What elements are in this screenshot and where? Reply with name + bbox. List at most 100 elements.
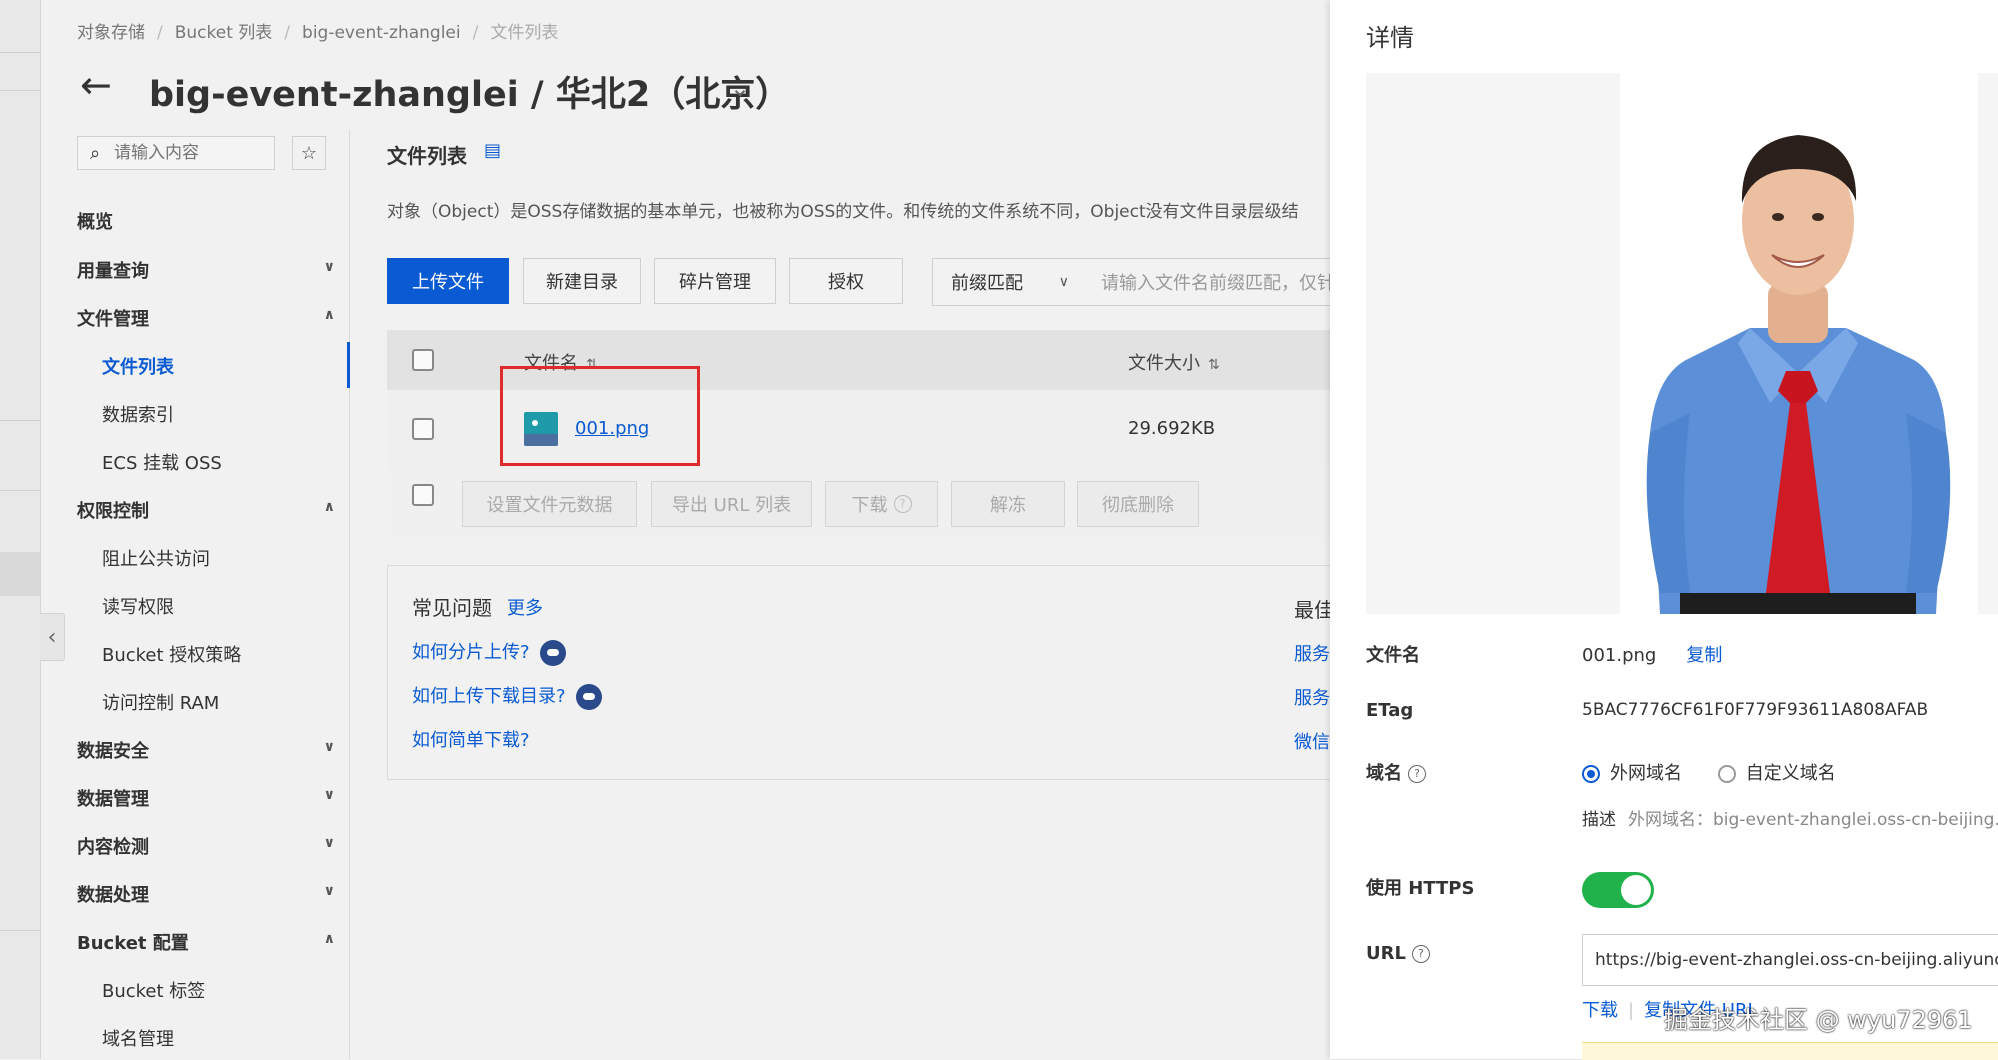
- download-button[interactable]: 下载?: [825, 481, 938, 527]
- chevron-down-icon: ∨: [323, 739, 335, 755]
- file-name-value: 001.png 复制: [1582, 645, 1723, 666]
- chevron-down-icon: ∨: [323, 787, 335, 803]
- chevron-down-icon: ∨: [323, 259, 335, 275]
- breadcrumb-current: 文件列表: [490, 23, 559, 43]
- bulk-select-checkbox[interactable]: [412, 484, 434, 506]
- column-header-size[interactable]: 文件大小 ⇅: [1128, 349, 1220, 375]
- chevron-down-icon: ∨: [1058, 274, 1069, 290]
- chevron-down-icon[interactable]: ⌄: [730, 74, 750, 102]
- faq-question-link[interactable]: 如何上传下载目录?: [412, 682, 602, 710]
- new-directory-button[interactable]: 新建目录: [523, 258, 641, 304]
- image-preview-background: [1366, 73, 1620, 614]
- https-toggle[interactable]: [1582, 872, 1654, 908]
- sidebar-item-content-detection[interactable]: 内容检测 ∨: [77, 833, 335, 859]
- chevron-up-icon: ∧: [323, 499, 335, 515]
- sidebar-item-overview[interactable]: 概览: [77, 208, 335, 234]
- export-url-list-button[interactable]: 导出 URL 列表: [651, 481, 812, 527]
- sidebar-item-bucket-tags[interactable]: Bucket 标签: [102, 977, 335, 1003]
- sidebar-active-indicator: [347, 342, 350, 388]
- collapse-sidebar-button[interactable]: ‹: [40, 613, 65, 661]
- section-description: 对象（Object）是OSS存储数据的基本单元，也被称为OSS的文件。和传统的文…: [387, 202, 1299, 222]
- sidebar-item-domain-management[interactable]: 域名管理: [102, 1025, 335, 1051]
- faq-question-link[interactable]: 如何简单下载?: [412, 726, 530, 752]
- breadcrumb-item[interactable]: big-event-zhanglei: [302, 23, 461, 43]
- sidebar-item-data-security[interactable]: 数据安全 ∨: [77, 737, 335, 763]
- breadcrumb: 对象存储 / Bucket 列表 / big-event-zhanglei / 文件列表: [77, 23, 559, 43]
- sidebar-search-input[interactable]: [112, 142, 266, 164]
- help-icon: ?: [893, 495, 912, 513]
- favorite-star-button[interactable]: ☆: [292, 136, 326, 170]
- row-checkbox[interactable]: [412, 418, 434, 440]
- drawer-title: 详情: [1366, 24, 1414, 52]
- sidebar-item-access-control[interactable]: 权限控制 ∧: [77, 497, 335, 523]
- sidebar-item-block-public[interactable]: 阻止公共访问: [102, 545, 335, 571]
- prefix-match-select[interactable]: 前缀匹配 ∨: [932, 258, 1084, 306]
- best-practices-title: 最佳: [1294, 598, 1334, 622]
- section-title: 文件列表: [387, 144, 467, 168]
- domain-radio-group: 外网域名 自定义域名: [1582, 759, 1836, 785]
- sidebar-item-data-index[interactable]: 数据索引: [102, 401, 335, 427]
- etag-value: 5BAC7776CF61F0F779F93611A808AFAB: [1582, 700, 1929, 720]
- best-practice-link[interactable]: 服务: [1294, 640, 1330, 666]
- app-left-strip: [0, 0, 41, 1059]
- help-icon[interactable]: ?: [1408, 765, 1426, 783]
- file-search-input[interactable]: 请输入文件名前缀匹配，仅针: [1083, 258, 1333, 306]
- sidebar-item-rw-permission[interactable]: 读写权限: [102, 593, 335, 619]
- sort-icon[interactable]: ⇅: [1208, 357, 1220, 373]
- radio-public-domain[interactable]: 外网域名: [1582, 763, 1682, 784]
- ai-assistant-icon[interactable]: [575, 684, 602, 710]
- sidebar-search[interactable]: ⌕: [77, 136, 275, 170]
- page-title: big-event-zhanglei / 华北2（北京）: [149, 75, 791, 115]
- file-name-label: 文件名: [1366, 645, 1420, 666]
- sidebar-item-bucket-policy[interactable]: Bucket 授权策略: [102, 641, 335, 667]
- domain-label: 域名?: [1366, 759, 1426, 785]
- sidebar-item-data-management[interactable]: 数据管理 ∨: [77, 785, 335, 811]
- star-icon: ☆: [300, 142, 318, 164]
- best-practice-link[interactable]: 微信: [1294, 728, 1330, 754]
- radio-selected-icon: [1582, 765, 1600, 783]
- best-practice-link[interactable]: 服务: [1294, 684, 1330, 710]
- upload-file-button[interactable]: 上传文件: [387, 258, 509, 304]
- chevron-left-icon: ‹: [47, 624, 57, 650]
- person-photo: [1620, 73, 1976, 614]
- fragment-management-button[interactable]: 碎片管理: [654, 258, 776, 304]
- authorize-button[interactable]: 授权: [789, 258, 903, 304]
- breadcrumb-item[interactable]: Bucket 列表: [175, 23, 273, 43]
- image-preview-edge: [1978, 73, 1998, 614]
- clipboard-icon[interactable]: ▤: [484, 140, 501, 161]
- url-field[interactable]: https://big-event-zhanglei.oss-cn-beijin…: [1582, 934, 1998, 986]
- sidebar-item-data-processing[interactable]: 数据处理 ∨: [77, 881, 335, 907]
- sidebar-item-file-management[interactable]: 文件管理 ∧: [77, 305, 335, 331]
- set-metadata-button[interactable]: 设置文件元数据: [462, 481, 637, 527]
- sidebar-item-bucket-config[interactable]: Bucket 配置 ∧: [77, 929, 335, 955]
- faq-title: 常见问题: [412, 596, 492, 620]
- help-icon[interactable]: ?: [1411, 945, 1430, 963]
- unfreeze-button[interactable]: 解冻: [951, 481, 1065, 527]
- copy-file-name-link[interactable]: 复制: [1686, 645, 1722, 666]
- sidebar-item-usage[interactable]: 用量查询 ∨: [77, 257, 335, 283]
- highlight-annotation-box: [500, 366, 700, 466]
- sidebar-item-ecs-mount[interactable]: ECS 挂载 OSS: [102, 449, 335, 475]
- chevron-up-icon: ∧: [323, 307, 335, 323]
- chevron-up-icon: ∧: [323, 931, 335, 947]
- file-size: 29.692KB: [1128, 418, 1216, 439]
- back-arrow-icon[interactable]: ←: [80, 66, 112, 104]
- image-preview: [1620, 73, 1976, 614]
- sidebar-item-file-list[interactable]: 文件列表: [102, 353, 335, 379]
- faq-more-link[interactable]: 更多: [507, 594, 543, 620]
- chevron-down-icon: ∨: [323, 883, 335, 899]
- prefix-match-label: 前缀匹配: [951, 273, 1023, 294]
- radio-custom-domain[interactable]: 自定义域名: [1717, 763, 1836, 784]
- ai-assistant-icon[interactable]: [539, 640, 566, 666]
- chevron-down-icon: ∨: [323, 835, 335, 851]
- select-all-checkbox[interactable]: [412, 349, 434, 371]
- warning-banner: [1582, 1042, 1998, 1060]
- faq-question-link[interactable]: 如何分片上传?: [412, 638, 566, 666]
- sidebar-divider: [349, 130, 350, 1059]
- permanent-delete-button[interactable]: 彻底删除: [1077, 481, 1199, 527]
- https-label: 使用 HTTPS: [1366, 878, 1475, 899]
- domain-description: 描述 外网域名：big-event-zhanglei.oss-cn-beijing…: [1582, 810, 1998, 830]
- download-link[interactable]: 下载: [1582, 1000, 1618, 1021]
- sidebar-item-ram[interactable]: 访问控制 RAM: [102, 689, 335, 715]
- breadcrumb-item[interactable]: 对象存储: [77, 23, 145, 43]
